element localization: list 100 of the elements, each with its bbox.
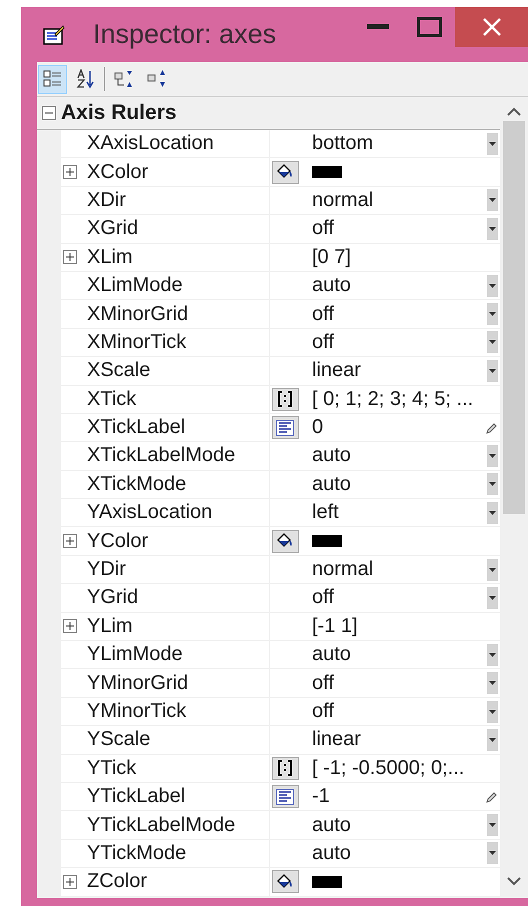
property-name: XTickLabelMode	[87, 444, 236, 468]
matrix-icon	[278, 760, 292, 776]
property-row[interactable]: YTickMode auto	[61, 840, 500, 868]
property-row[interactable]: XTickLabelMode auto	[61, 442, 500, 471]
text-lines-icon	[276, 788, 294, 805]
property-name: ZColor	[87, 870, 148, 894]
property-name: YTickLabelMode	[87, 814, 236, 837]
property-value[interactable]: auto	[312, 444, 483, 468]
property-row[interactable]: YDir normal	[61, 556, 500, 584]
pencil-icon[interactable]	[486, 422, 498, 434]
property-row[interactable]: YTick [ -1; -0.5000; 0;...	[61, 754, 500, 783]
array-editor-button[interactable]	[272, 388, 298, 411]
property-value[interactable]: linear	[312, 359, 483, 382]
property-row[interactable]: YColor	[61, 527, 500, 556]
property-row[interactable]: YMinorGrid off	[61, 669, 500, 698]
toolbar-button[interactable]	[38, 64, 67, 94]
property-row[interactable]: XColor	[61, 158, 500, 187]
property-value: [ -1; -0.5000; 0;...	[312, 756, 466, 780]
property-value[interactable]: normal	[312, 188, 483, 212]
property-value[interactable]: off	[312, 217, 483, 240]
property-value: [-1 1]	[312, 614, 359, 638]
property-value[interactable]: bottom	[312, 132, 483, 156]
color-picker-button[interactable]	[272, 160, 298, 184]
property-row[interactable]: XTickLabel 0	[61, 414, 500, 442]
property-row[interactable]: XScale linear	[61, 357, 500, 386]
property-name: YLimMode	[87, 643, 183, 666]
property-row[interactable]: XLimMode auto	[61, 272, 500, 300]
categorized-icon	[42, 69, 62, 89]
property-row[interactable]: YTickLabelMode auto	[61, 811, 500, 840]
expand-icon[interactable]	[63, 165, 77, 180]
color-picker-button[interactable]	[272, 530, 298, 553]
property-row[interactable]: XDir normal	[61, 186, 500, 216]
maximize-icon[interactable]	[416, 17, 442, 37]
property-row[interactable]: YLim [-1 1]	[61, 612, 500, 642]
scrollbar-thumb[interactable]	[503, 121, 525, 514]
property-value[interactable]: off	[312, 302, 483, 326]
property-row[interactable]: XMinorTick off	[61, 328, 500, 358]
property-row[interactable]: YLimMode auto	[61, 641, 500, 670]
property-name: XDir	[87, 188, 126, 212]
expand-icon[interactable]	[63, 874, 77, 889]
property-row[interactable]: XLim [0 7]	[61, 244, 500, 272]
property-name: YTickMode	[87, 842, 186, 865]
property-row[interactable]: XAxisLocation bottom	[61, 130, 500, 158]
property-row[interactable]: YGrid off	[61, 584, 500, 613]
property-value: -1	[312, 785, 331, 808]
expand-icon[interactable]	[63, 250, 77, 264]
property-name: XScale	[87, 359, 150, 382]
property-value[interactable]: off	[312, 330, 483, 354]
property-row[interactable]: XGrid off	[61, 215, 500, 244]
sort-alphabetical-icon	[76, 69, 96, 89]
property-name: XColor	[87, 160, 148, 184]
paint-bucket-icon	[276, 164, 294, 180]
property-name: YDir	[87, 558, 126, 582]
text-editor-button[interactable]	[272, 416, 298, 440]
property-value[interactable]: left	[312, 501, 483, 524]
property-name: XAxisLocation	[87, 132, 214, 156]
collapse-icon[interactable]	[42, 106, 56, 120]
property-row[interactable]: YAxisLocation left	[61, 499, 500, 528]
expand-icon[interactable]	[63, 534, 77, 548]
array-editor-button[interactable]	[272, 756, 298, 780]
category-label: Axis Rulers	[61, 101, 177, 125]
property-name: XTickMode	[87, 472, 186, 496]
close-button[interactable]	[455, 7, 528, 47]
property-value[interactable]: normal	[312, 558, 483, 582]
property-value[interactable]: off	[312, 586, 483, 610]
property-row[interactable]: YTickLabel -1	[61, 782, 500, 812]
property-row[interactable]: XTickMode auto	[61, 470, 500, 500]
color-picker-button[interactable]	[272, 870, 298, 894]
scroll-up-icon[interactable]	[507, 107, 521, 117]
property-row[interactable]: YMinorTick off	[61, 698, 500, 726]
property-row[interactable]: XTick [ 0; 1; 2; 3; 4; 5; ...	[61, 386, 500, 414]
property-row[interactable]: XMinorGrid off	[61, 300, 500, 329]
property-name: YLim	[87, 614, 133, 638]
property-name: XTickLabel	[87, 416, 186, 440]
property-value[interactable]: off	[312, 672, 483, 695]
property-value[interactable]: auto	[312, 274, 483, 298]
property-value[interactable]: off	[312, 700, 483, 723]
property-name: XGrid	[87, 217, 138, 240]
property-value[interactable]: auto	[312, 842, 483, 865]
property-row[interactable]: YScale linear	[61, 726, 500, 755]
scroll-down-icon[interactable]	[507, 876, 521, 886]
property-name: YGrid	[87, 586, 138, 610]
text-editor-button[interactable]	[272, 785, 298, 808]
expand-icon[interactable]	[63, 619, 77, 634]
property-value[interactable]: auto	[312, 472, 483, 496]
property-name: XLim	[87, 246, 133, 269]
paint-bucket-icon	[276, 874, 294, 890]
property-value[interactable]: auto	[312, 643, 483, 666]
minimize-icon[interactable]	[367, 24, 389, 30]
window-title: Inspector: axes	[93, 19, 278, 50]
pencil-icon[interactable]	[486, 790, 498, 803]
property-value[interactable]: linear	[312, 728, 483, 752]
property-value: [0 7]	[312, 246, 352, 269]
inspector-icon	[43, 24, 65, 46]
property-row[interactable]: ZColor	[61, 868, 500, 897]
property-name: XMinorGrid	[87, 302, 188, 326]
property-value: [ 0; 1; 2; 3; 4; 5; ...	[312, 388, 474, 411]
property-name: YMinorTick	[87, 700, 186, 723]
property-value[interactable]: auto	[312, 814, 483, 837]
text-lines-icon	[276, 420, 294, 436]
